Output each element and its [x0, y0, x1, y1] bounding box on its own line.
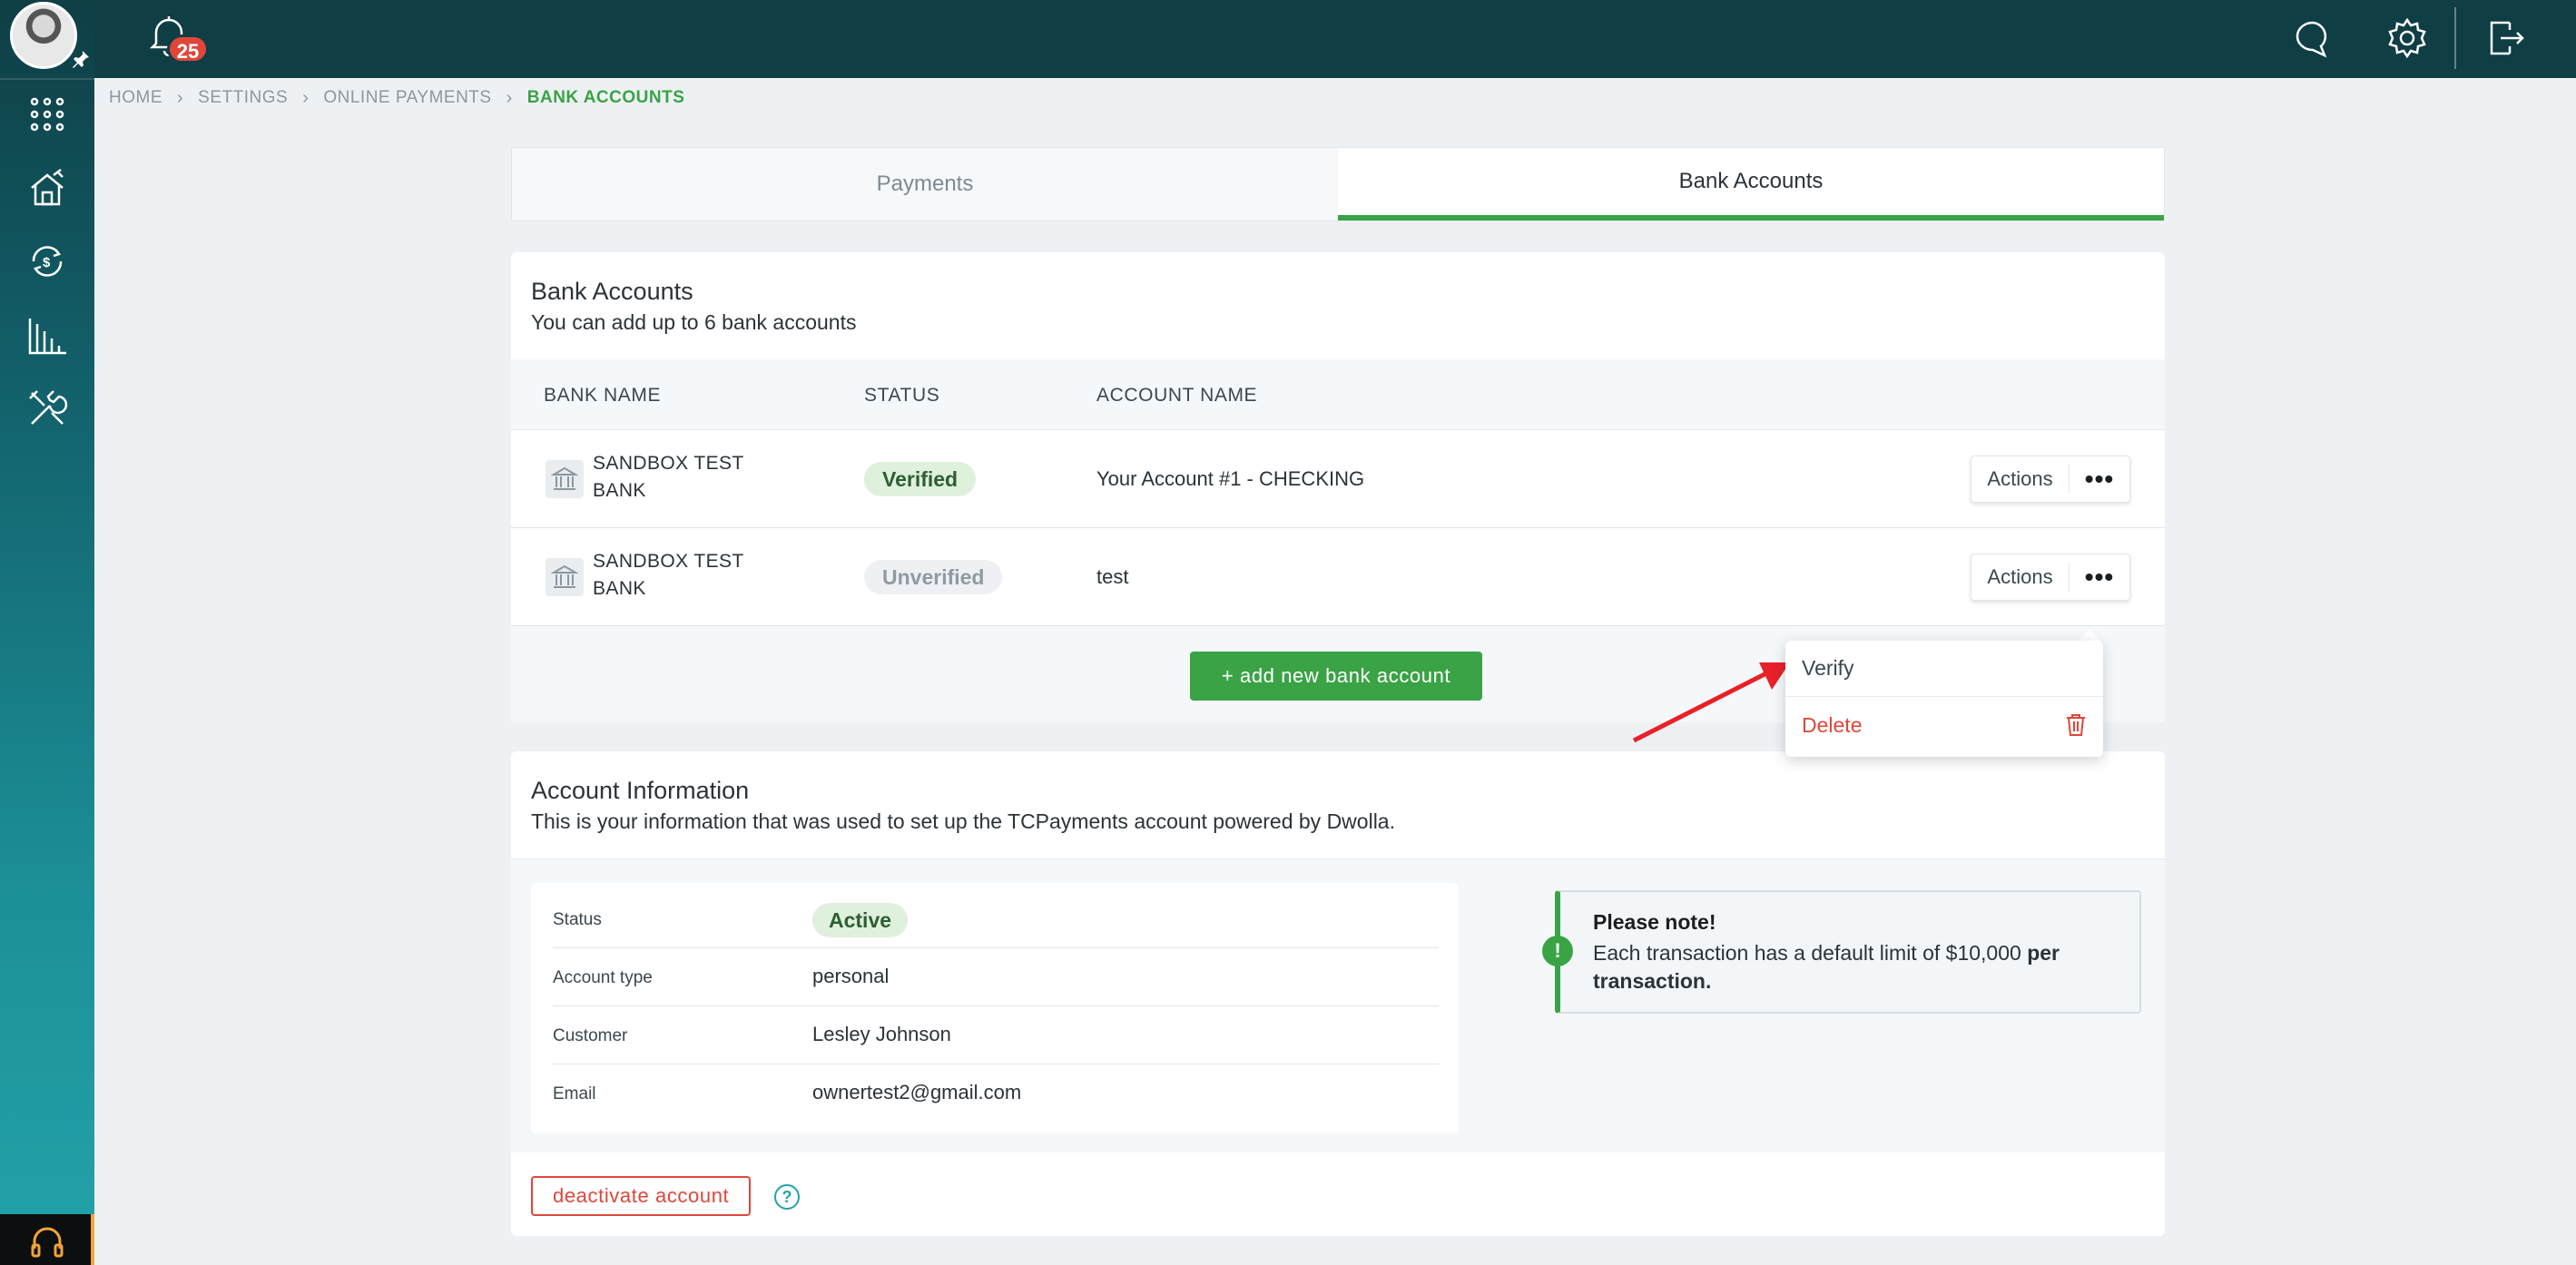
actions-label[interactable]: Actions: [1971, 563, 2070, 592]
info-label: Status: [553, 910, 602, 929]
account-name: test: [1096, 565, 1129, 588]
exclamation-icon: !: [1542, 936, 1573, 966]
pin-icon[interactable]: [71, 49, 91, 69]
top-bar: 25: [94, 0, 2576, 78]
bank-accounts-subtitle: You can add up to 6 bank accounts: [531, 310, 857, 334]
left-sidebar: $: [0, 0, 94, 1265]
more-dots-icon[interactable]: •••: [2070, 466, 2129, 492]
settings-gear-icon[interactable]: [2382, 13, 2433, 64]
bank-accounts-title: Bank Accounts: [531, 278, 693, 305]
info-label: Email: [553, 1084, 596, 1103]
info-row-customer: Customer Lesley Johnson: [553, 1006, 1439, 1064]
deactivate-account-button[interactable]: deactivate account: [531, 1176, 752, 1216]
breadcrumb: HOME › SETTINGS › ONLINE PAYMENTS › BANK…: [109, 87, 684, 109]
column-account-name: ACCOUNT NAME: [1096, 385, 1258, 406]
menu-item-delete-label[interactable]: Delete: [1802, 713, 1862, 738]
bank-name-line2: BANK: [593, 578, 646, 599]
bank-name: SANDBOX TEST BANK: [593, 548, 774, 603]
status-badge: Active: [812, 903, 909, 937]
breadcrumb-online-payments[interactable]: ONLINE PAYMENTS: [323, 88, 491, 108]
info-label: Account type: [553, 968, 653, 987]
menu-item-verify[interactable]: Verify: [1785, 641, 2103, 697]
table-row: SANDBOX TEST BANK Verified Your Account …: [511, 430, 2165, 528]
actions-dropdown-menu: Verify Delete: [1785, 641, 2103, 757]
help-icon[interactable]: ?: [774, 1184, 800, 1210]
svg-text:$: $: [43, 255, 51, 270]
breadcrumb-bank-accounts: BANK ACCOUNTS: [526, 88, 685, 107]
annotation-arrow: [1632, 662, 1790, 743]
bank-name: SANDBOX TEST BANK: [593, 450, 774, 505]
status-badge: Unverified: [864, 560, 1003, 594]
table-row: SANDBOX TEST BANK Unverified test Action…: [511, 528, 2165, 626]
apps-grid-icon[interactable]: [0, 78, 94, 151]
actions-button[interactable]: Actions •••: [1971, 456, 2130, 503]
info-row-status: Status Active: [553, 890, 1439, 948]
actions-label[interactable]: Actions: [1971, 465, 2070, 494]
account-details: Status Active Account type personal Cust…: [531, 883, 1459, 1133]
account-name: Your Account #1 - CHECKING: [1096, 467, 1365, 490]
chevron-right-icon: ›: [506, 87, 513, 108]
dropdown-caret: [2079, 630, 2100, 641]
more-dots-icon[interactable]: •••: [2070, 564, 2129, 590]
payments-tabs: Payments Bank Accounts: [511, 147, 2165, 221]
account-info-panel: Status Active Account type personal Cust…: [511, 858, 2165, 1152]
bank-name-line2: BANK: [593, 480, 646, 501]
reports-icon[interactable]: [0, 299, 94, 372]
actions-button[interactable]: Actions •••: [1971, 554, 2130, 601]
info-value: ownertest2@gmail.com: [812, 1081, 1022, 1103]
logout-icon[interactable]: [2480, 13, 2531, 64]
support-headset-icon[interactable]: [0, 1214, 94, 1265]
user-avatar[interactable]: [10, 2, 77, 69]
support-accent: [91, 1214, 94, 1265]
info-value: personal: [812, 965, 890, 987]
info-row-account-type: Account type personal: [553, 948, 1439, 1006]
status-badge: Verified: [864, 462, 977, 496]
properties-icon[interactable]: [0, 152, 94, 225]
column-status: STATUS: [864, 385, 940, 406]
bank-name-line1: SANDBOX TEST: [593, 551, 744, 572]
bank-building-icon: [546, 460, 584, 498]
table-header: BANK NAME STATUS ACCOUNT NAME: [511, 359, 2165, 430]
notification-count-badge[interactable]: 25: [167, 34, 209, 64]
menu-item-delete[interactable]: Delete: [1785, 697, 2103, 753]
column-bank-name: BANK NAME: [544, 385, 662, 406]
chevron-right-icon: ›: [177, 87, 184, 108]
info-label: Customer: [553, 1026, 628, 1045]
breadcrumb-settings[interactable]: SETTINGS: [198, 88, 288, 108]
tab-bank-accounts[interactable]: Bank Accounts: [1338, 148, 2164, 221]
chevron-right-icon: ›: [302, 87, 310, 108]
transaction-limit-note: ! Please note! Each transaction has a de…: [1542, 890, 2141, 1014]
account-information-card: Account Information This is your informa…: [511, 751, 2165, 1236]
account-info-title: Account Information: [531, 777, 750, 804]
breadcrumb-home[interactable]: HOME: [109, 88, 162, 108]
tools-icon[interactable]: [0, 372, 94, 445]
topbar-separator: [2454, 7, 2456, 69]
add-bank-account-button[interactable]: + add new bank account: [1190, 652, 1482, 701]
trash-icon[interactable]: [2065, 713, 2087, 737]
tab-payments[interactable]: Payments: [512, 148, 1338, 221]
accounting-icon[interactable]: $: [0, 225, 94, 298]
note-text-prefix: Each transaction has a default limit of …: [1593, 941, 2028, 965]
chat-icon[interactable]: [2287, 13, 2338, 64]
note-title: Please note!: [1593, 910, 1716, 934]
note-text: Each transaction has a default limit of …: [1593, 939, 2129, 995]
account-info-subtitle: This is your information that was used t…: [531, 809, 1395, 833]
info-row-email: Email ownertest2@gmail.com: [553, 1064, 1439, 1123]
info-value: Lesley Johnson: [812, 1023, 951, 1045]
bank-name-line1: SANDBOX TEST: [593, 453, 744, 474]
bank-building-icon: [546, 558, 584, 596]
